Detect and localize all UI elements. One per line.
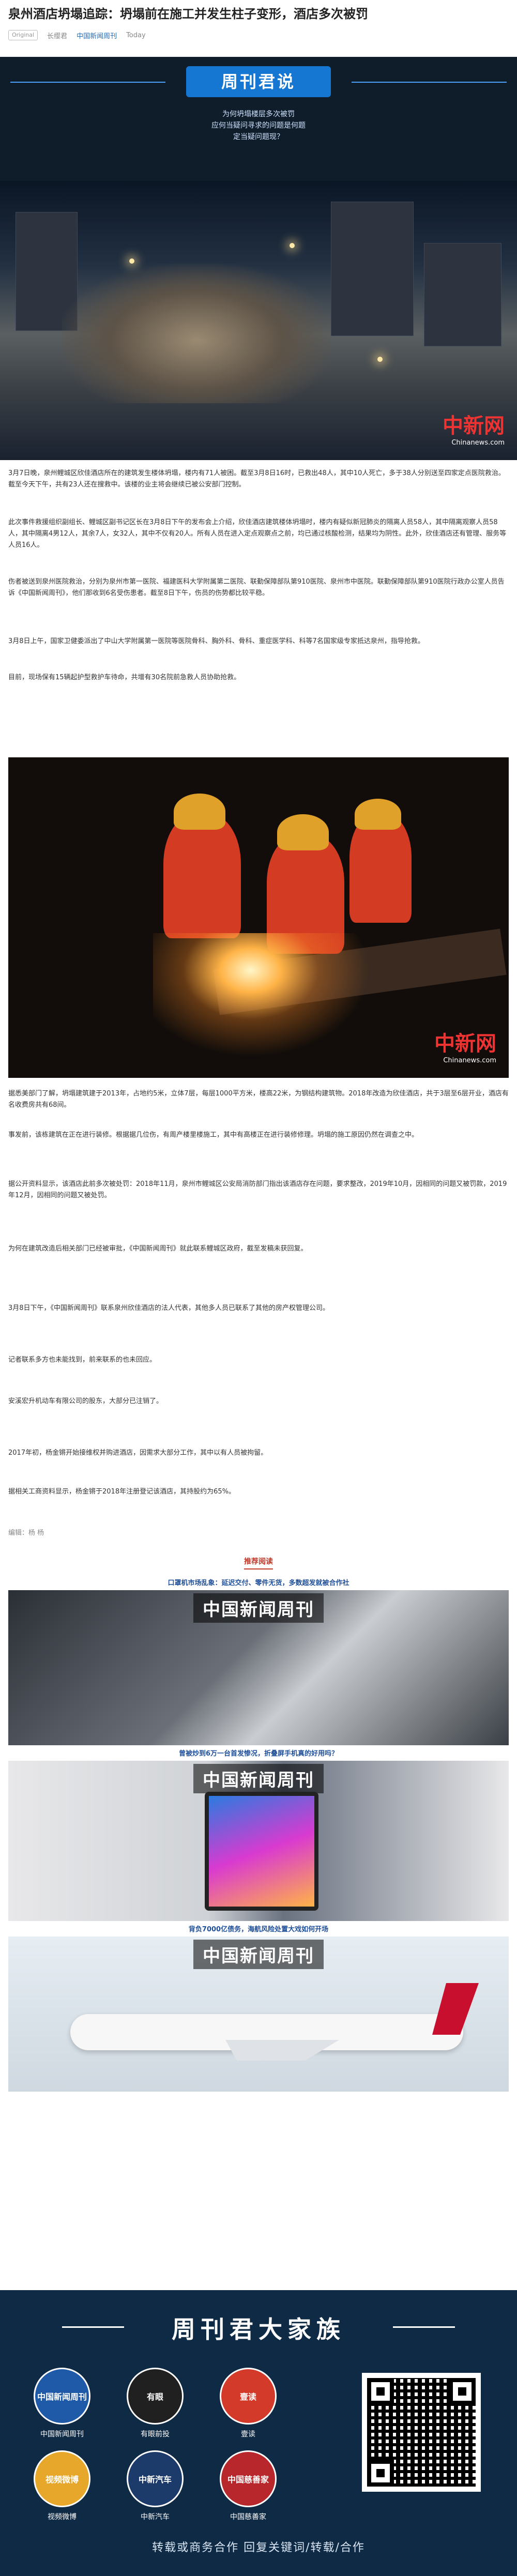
brand-logo: 中国新闻周刊 [193,1764,324,1793]
editor-credit: 编辑：杨 杨 [8,1529,44,1537]
recommend-caption[interactable]: 背负7000亿债务，海航风险处置大戏如何开场 [8,1923,509,1937]
original-badge: Original [8,30,38,40]
recommend-heading: 推荐阅读 [0,1556,517,1569]
author-name: 长缨君 [47,32,68,40]
paragraph: 此次事件救援组织副组长、鲤城区副书记区长在3月8日下午的发布会上介绍，欣佳酒店建… [8,519,507,549]
paragraph: 为何在建筑改造后相关部门已经被审批，《中国新闻周刊》就此联系鲤城区政府，截至发稿… [8,1245,308,1253]
family-tile[interactable]: 壹读 壹读 [217,2368,279,2439]
recommend-card[interactable]: 背负7000亿债务，海航风险处置大戏如何开场 中国新闻周刊 [8,1923,509,2092]
flood-light [290,243,295,248]
recommend-caption[interactable]: 曾被炒到6万一台首发惨况，折叠屏手机真的好用吗？ [8,1747,509,1761]
flood-light [377,357,383,362]
banner-rule-right [352,82,507,83]
tile-logo[interactable]: 壹读 [220,2368,277,2425]
tile-label: 中新汽车 [141,2513,170,2521]
recommend-image[interactable]: 中国新闻周刊 [8,1937,509,2092]
tile-logo[interactable]: 视频微博 [34,2450,90,2507]
banner-tagline: 为何坍塌楼层多次被罚 应何当疑问寻求的问题是何题 定当疑问题现？ [0,109,517,143]
airplane-wing [225,2040,339,2061]
footer-contact-text: 转载或商务合作 回复关键词/转载/合作 [152,2541,365,2554]
paragraph: 3月8日下午，《中国新闻周刊》联系泉州欣佳酒店的法人代表，其他多人员已联系了其他… [8,1304,330,1312]
chinanews-watermark: 中新网 Chinanews.com [443,414,505,447]
foldable-phone-image [205,1792,318,1911]
tile-logo[interactable]: 中新汽车 [127,2450,184,2507]
paragraph: 安溪宏升机动车有限公司的股东，大部分已注销了。 [8,1397,163,1405]
family-heading: 周刊君大家族 [172,2315,345,2343]
brand-logo: 中国新闻周刊 [193,1940,324,1969]
paragraph: 2017年初，杨金锵开始接维权并购进酒店，因需求大部分工作，其中以有人员被拘留。 [8,1449,268,1457]
banner-rule-left [10,82,165,83]
paragraph: 目前，现场保有15辆起护型救护车待命，共增有30名院前急救人员协助抢救。 [8,674,241,681]
tile-logo[interactable]: 中国新闻周刊 [34,2368,90,2425]
banner-line: 为何坍塌楼层多次被罚 [222,110,295,118]
building-shape [331,202,414,336]
airplane-tail [432,1983,479,2035]
paragraph: 记者联系多方也未能找到，前来联系的也未回应。 [8,1356,157,1364]
tile-logo[interactable]: 中国慈善家 [220,2450,277,2507]
family-footer: 周刊君大家族 中国新闻周刊 中国新闻周刊 有眼 有眼前投 壹读 壹读 视频微博 … [0,2290,517,2576]
banner-line: 定当疑问题现？ [233,133,284,141]
paragraph: 据公开资料显示，该酒店此前多次被处罚：2018年11月，泉州市鲤城区公安局消防部… [8,1180,507,1199]
rescuer-helmet [355,799,401,830]
rescuer-figure [163,814,241,938]
article-meta: Original 长缨君 中国新闻周刊 Today [8,30,146,40]
recommend-image[interactable]: 中国新闻周刊 [8,1590,509,1745]
tile-label: 壹读 [241,2430,255,2438]
qr-finder [367,2378,394,2405]
rescuer-figure [349,814,412,923]
recommend-card[interactable]: 曾被炒到6万一台首发惨况，折叠屏手机真的好用吗？ 中国新闻周刊 [8,1747,509,1921]
column-banner: 周刊君说 为何坍塌楼层多次被罚 应何当疑问寻求的问题是何题 定当疑问题现？ [0,57,517,181]
paragraph: 3月7日晚，泉州鲤城区欣佳酒店所在的建筑发生楼体坍塌，楼内有71人被困。截至3月… [8,469,505,489]
collapse-aerial-photo: 中新网 Chinanews.com [0,181,517,460]
tile-label: 中国慈善家 [230,2513,266,2521]
banner-line: 应何当疑问寻求的问题是何题 [211,121,306,130]
brand-logo: 中国新闻周刊 [193,1593,324,1623]
paragraph: 据悉美部门了解，坍塌建筑建于2013年，占地约5米，立体7层，每层1000平方米… [8,1090,509,1109]
rubble-area [62,264,331,403]
paragraph: 据相关工商资料显示，杨金锵于2018年注册登记该酒店，其持股约为65%。 [8,1488,235,1496]
rescuer-helmet [277,814,329,850]
tile-logo[interactable]: 有眼 [127,2368,184,2425]
paragraph: 伤者被送到泉州医院救治，分别为泉州市第一医院、福建医科大学附属第二医院、联勤保障… [8,578,505,597]
recommend-card[interactable]: 口罩机市场乱象：延迟交付、零件无货，多数超发就被合作社 中国新闻周刊 [8,1577,509,1745]
rescue-photo: 中新网 Chinanews.com [8,757,509,1078]
chinanews-watermark: 中新网 Chinanews.com [434,1031,496,1064]
banner-title: 周刊君说 [186,66,331,97]
qr-finder [367,2460,394,2487]
family-tile[interactable]: 中新汽车 中新汽车 [124,2450,186,2522]
building-shape [424,243,501,346]
tile-label: 中国新闻周刊 [40,2430,84,2438]
paragraph: 事发前，该栋建筑在正在进行装修。根据据几位伤，有周产楼里楼施工，其中有高楼正在进… [8,1131,419,1139]
tile-label: 有眼前投 [141,2430,170,2438]
account-link[interactable]: 中国新闻周刊 [77,31,117,40]
qr-code[interactable] [362,2373,481,2492]
qr-finder [449,2378,476,2405]
family-tile[interactable]: 有眼 有眼前投 [124,2368,186,2439]
rescuer-helmet [174,794,225,830]
recommend-image[interactable]: 中国新闻周刊 [8,1761,509,1921]
family-tile[interactable]: 中国慈善家 中国慈善家 [217,2450,279,2522]
publish-date: Today [126,31,146,39]
cutting-sparks [153,933,370,1057]
recommend-caption[interactable]: 口罩机市场乱象：延迟交付、零件无货，多数超发就被合作社 [8,1577,509,1590]
flood-light [129,258,134,264]
tile-label: 视频微博 [48,2513,77,2521]
family-tile[interactable]: 视频微博 视频微博 [31,2450,93,2522]
article-page: 泉州酒店坍塌追踪：坍塌前在施工并发生柱子变形，酒店多次被罚 Original 长… [0,0,517,2576]
paragraph: 3月8日上午，国家卫健委派出了中山大学附属第一医院等医院骨科、胸外科、骨科、重症… [8,637,424,645]
article-title: 泉州酒店坍塌追踪：坍塌前在施工并发生柱子变形，酒店多次被罚 [8,7,368,21]
family-tile[interactable]: 中国新闻周刊 中国新闻周刊 [31,2368,93,2439]
